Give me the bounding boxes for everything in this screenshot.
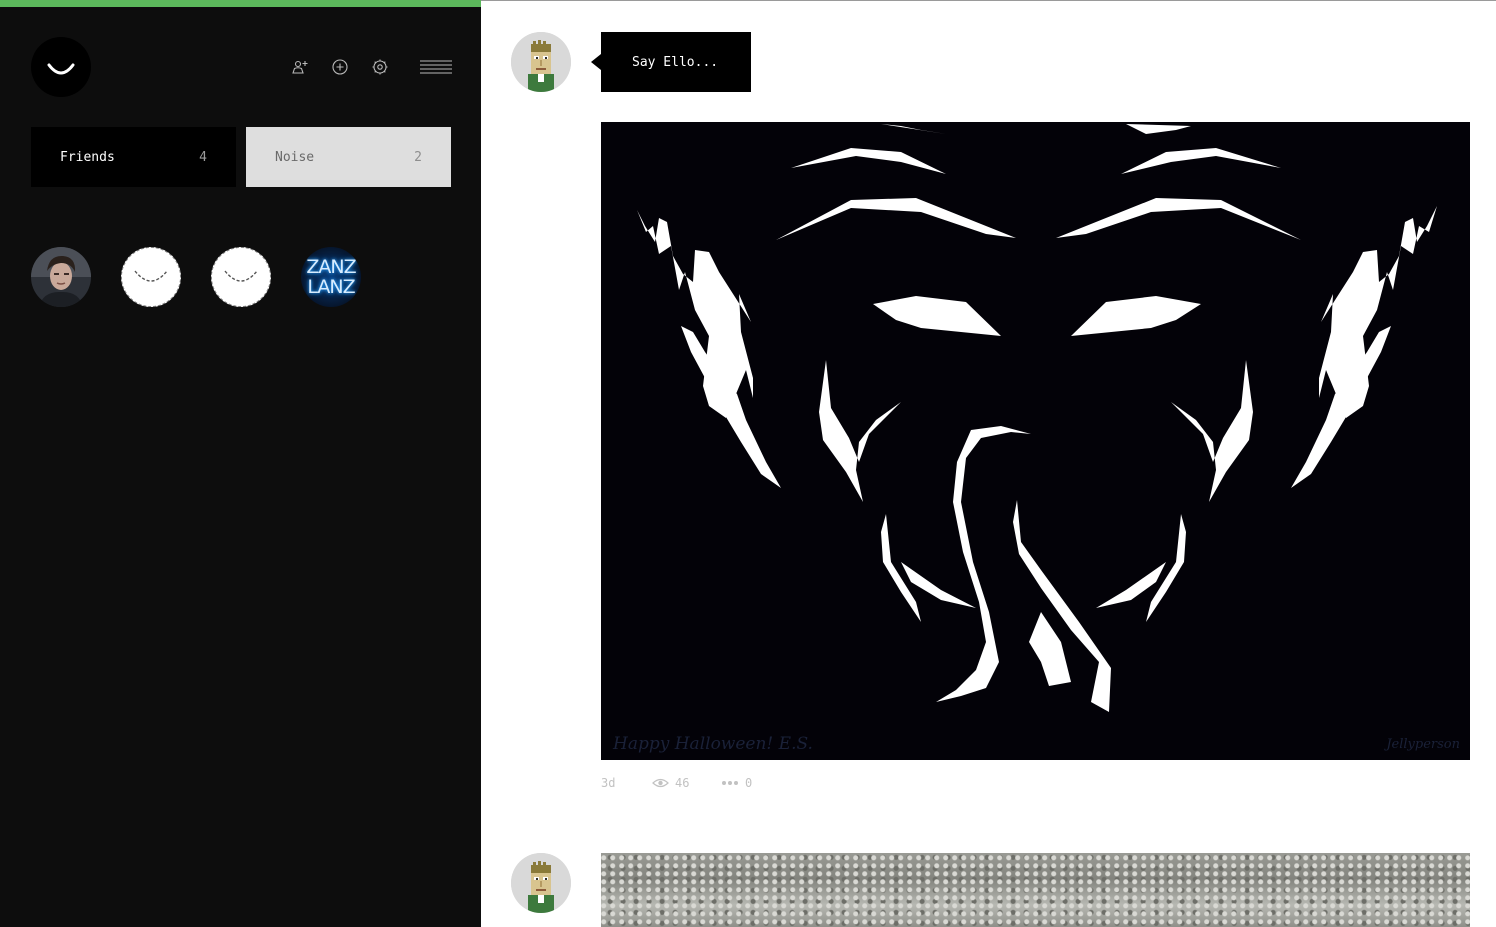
avatar-text-line2: LANZ bbox=[307, 276, 355, 298]
post-age[interactable]: 3d bbox=[601, 776, 615, 790]
tab-noise-count: 2 bbox=[414, 149, 422, 165]
post-age-label: 3d bbox=[601, 776, 616, 790]
ello-logo-button[interactable] bbox=[31, 37, 91, 97]
post-comments[interactable]: 0 bbox=[721, 776, 752, 790]
post-image[interactable]: Happy Halloween! E.S. Jellyperson bbox=[601, 122, 1470, 760]
post-views[interactable]: 46 bbox=[652, 776, 689, 790]
sidebar: Friends 4 Noise 2 ZANZ LANZ bbox=[0, 0, 481, 927]
progress-fill bbox=[0, 0, 481, 7]
post-views-count: 46 bbox=[675, 776, 690, 790]
comment-dots-icon bbox=[722, 781, 738, 785]
pixel-portrait-avatar bbox=[511, 853, 571, 913]
post-comments-count: 0 bbox=[745, 776, 753, 790]
ello-smile-icon bbox=[47, 63, 75, 75]
composer-avatar[interactable] bbox=[511, 32, 571, 92]
ello-default-avatar bbox=[134, 270, 168, 282]
artist-signature-right: Jellyperson bbox=[1386, 737, 1460, 752]
say-ello-input[interactable]: Say Ello... bbox=[591, 32, 751, 92]
tab-friends[interactable]: Friends 4 bbox=[31, 127, 236, 187]
friend-avatar-zanz-lanz[interactable]: ZANZ LANZ bbox=[301, 247, 361, 307]
artist-signature: Happy Halloween! E.S. bbox=[613, 734, 813, 754]
tab-noise[interactable]: Noise 2 bbox=[246, 127, 451, 187]
add-circle-icon[interactable] bbox=[330, 57, 350, 77]
person-photo-avatar bbox=[31, 247, 91, 307]
gear-icon[interactable] bbox=[370, 57, 390, 77]
pixel-portrait-avatar bbox=[511, 32, 571, 92]
progress-bar bbox=[0, 0, 481, 7]
friend-avatar-default[interactable] bbox=[121, 247, 181, 307]
ello-default-avatar bbox=[224, 270, 258, 282]
friend-avatar-photo[interactable] bbox=[31, 247, 91, 307]
tab-friends-count: 4 bbox=[199, 149, 207, 165]
avatar-text-line1: ZANZ bbox=[306, 256, 356, 278]
elephant-line-art bbox=[637, 124, 1437, 712]
invite-person-icon[interactable] bbox=[290, 57, 310, 77]
top-divider bbox=[481, 0, 1496, 1]
tab-noise-label: Noise bbox=[275, 149, 315, 165]
post-author-avatar[interactable] bbox=[511, 853, 571, 913]
gravel-photo[interactable] bbox=[601, 853, 1470, 927]
menu-icon[interactable] bbox=[419, 57, 453, 77]
friend-avatar-default[interactable] bbox=[211, 247, 271, 307]
eye-icon bbox=[652, 778, 669, 788]
tab-friends-label: Friends bbox=[60, 149, 115, 165]
